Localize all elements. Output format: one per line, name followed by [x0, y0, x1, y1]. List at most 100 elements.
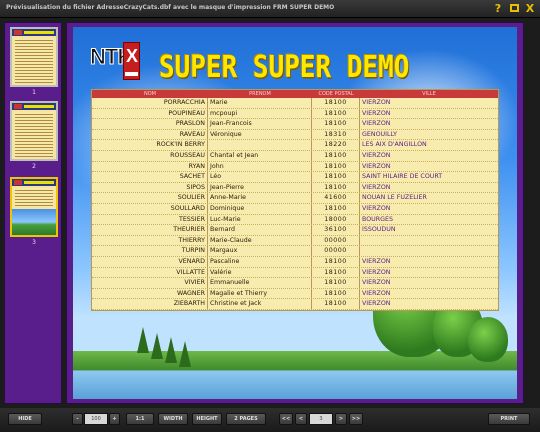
- close-button[interactable]: X: [524, 2, 536, 15]
- postal-code-cell: 18100: [312, 278, 360, 288]
- print-button[interactable]: PRINT: [488, 413, 530, 425]
- table-row: TURPIN Margaux 00000: [92, 246, 498, 257]
- hide-button[interactable]: HIDE: [8, 413, 42, 425]
- firstname-cell: Dominique: [208, 203, 312, 214]
- preview-area[interactable]: NTK X SUPER SUPER DEMO NOM PRENOM CODE P…: [66, 22, 524, 404]
- name-cell: TURPIN: [92, 246, 208, 256]
- name-cell: SOULIER: [92, 193, 208, 203]
- zoom-input[interactable]: 100: [84, 413, 108, 425]
- name-cell: POUPINEAU: [92, 108, 208, 119]
- table-header: NOM PRENOM CODE POSTAL VILLE: [92, 90, 498, 98]
- firstname-cell: Marie-Claude: [208, 235, 312, 246]
- name-cell: RAVEAU: [92, 129, 208, 140]
- thumbnail-header: [12, 179, 56, 186]
- table-row: VILLATTE Valérie 18100 VIERZON: [92, 267, 498, 279]
- first-page-button[interactable]: <<: [279, 413, 293, 425]
- city-cell: VIERZON: [362, 300, 391, 308]
- firstname-cell: Véronique: [208, 129, 312, 140]
- table-row: ROCK'IN BERRY 18220 LES AIX D'ANGILLON: [92, 140, 498, 151]
- name-cell: WAGNER: [92, 288, 208, 299]
- thumbnail-rows: [15, 188, 53, 207]
- actual-size-button[interactable]: 1:1: [126, 413, 154, 425]
- ntk-logo: NTK X: [89, 40, 140, 82]
- tree-image: [151, 333, 163, 359]
- previous-page-button[interactable]: <: [295, 413, 307, 425]
- print-page: NTK X SUPER SUPER DEMO NOM PRENOM CODE P…: [73, 27, 517, 399]
- two-pages-button[interactable]: 2 PAGES: [226, 413, 266, 425]
- name-cell: VIVIER: [92, 278, 208, 288]
- table-row: THIERRY Marie-Claude 00000: [92, 235, 498, 247]
- firstname-cell: Jean-Francois: [208, 119, 312, 129]
- logo-badge: X: [123, 42, 140, 80]
- name-cell: THEURIER: [92, 225, 208, 235]
- postal-code-cell: 18000: [312, 214, 360, 225]
- window-title: Prévisualisation du fichier AdresseCrazy…: [6, 4, 335, 11]
- landscape-ground: [73, 351, 517, 399]
- minimize-button[interactable]: [508, 2, 520, 15]
- title-bar: Prévisualisation du fichier AdresseCrazy…: [0, 0, 540, 18]
- name-cell: PORRACCHIA: [92, 98, 208, 108]
- postal-code-cell: 18100: [312, 182, 360, 193]
- firstname-cell: Léo: [208, 172, 312, 182]
- column-header: VILLE: [422, 91, 436, 97]
- window-controls: ? X: [492, 2, 536, 15]
- postal-code-cell: 00000: [312, 235, 360, 246]
- name-cell: TESSIER: [92, 214, 208, 225]
- firstname-cell: Luc-Marie: [208, 214, 312, 225]
- firstname-cell: Anne-Marie: [208, 193, 312, 203]
- postal-code-cell: 18310: [312, 129, 360, 140]
- table-row: SOULLARD Dominique 18100 VIERZON: [92, 203, 498, 215]
- table-row: PORRACCHIA Marie 18100 VIERZON: [92, 98, 498, 109]
- city-cell: VIERZON: [362, 109, 391, 117]
- page-thumbnails-panel[interactable]: 1 2 3: [4, 22, 62, 404]
- page-title: SUPER SUPER DEMO: [159, 50, 410, 86]
- table-row: SOULIER Anne-Marie 41600 NOUAN LE FUZELIER: [92, 193, 498, 204]
- postal-code-cell: 18100: [312, 119, 360, 129]
- table-row: PRASLON Jean-Francois 18100 VIERZON: [92, 119, 498, 130]
- contacts-table: NOM PRENOM CODE POSTAL VILLE PORRACCHIA M…: [91, 89, 499, 311]
- firstname-cell: Jean-Pierre: [208, 182, 312, 193]
- table-body: PORRACCHIA Marie 18100 VIERZON POUPINEAU mcpo…: [92, 98, 498, 310]
- city-cell: BOURGES: [362, 215, 394, 223]
- help-icon[interactable]: ?: [492, 2, 504, 15]
- zoom-out-button[interactable]: -: [72, 413, 83, 425]
- postal-code-cell: 36100: [312, 225, 360, 235]
- maximize-icon: [509, 4, 519, 12]
- thumbnail-page-3[interactable]: [10, 177, 58, 237]
- column-header: PRENOM: [249, 91, 271, 97]
- postal-code-cell: 18100: [312, 267, 360, 278]
- table-row: ZIEBARTH Christine et Jack 18100 VIERZON: [92, 299, 498, 310]
- postal-code-cell: 18100: [312, 108, 360, 119]
- thumbnail-number: 1: [32, 89, 36, 96]
- fit-height-button[interactable]: HEIGHT: [192, 413, 222, 425]
- logo-letter: X: [126, 46, 139, 66]
- name-cell: THIERRY: [92, 235, 208, 246]
- postal-code-cell: 18100: [312, 161, 360, 172]
- postal-code-cell: 18100: [312, 150, 360, 161]
- tree-image: [165, 337, 177, 363]
- firstname-cell: mcpoupi: [208, 108, 312, 119]
- thumbnail-rows: [15, 38, 53, 83]
- city-cell: GENOUILLY: [362, 130, 398, 138]
- name-cell: SIPOS: [92, 182, 208, 193]
- zoom-in-button[interactable]: +: [109, 413, 120, 425]
- city-cell: VIERZON: [362, 183, 391, 191]
- thumbnail-page-1[interactable]: [10, 27, 58, 87]
- thumbnail-header: [12, 103, 56, 110]
- fit-width-button[interactable]: WIDTH: [158, 413, 188, 425]
- bottom-toolbar: HIDE - 100 + 1:1 WIDTH HEIGHT 2 PAGES <<…: [0, 408, 540, 432]
- firstname-cell: Valérie: [208, 267, 312, 278]
- table-row: TESSIER Luc-Marie 18000 BOURGES: [92, 214, 498, 226]
- firstname-cell: Emmanuelle: [208, 278, 312, 288]
- last-page-button[interactable]: >>: [349, 413, 363, 425]
- page-number-input[interactable]: 3: [309, 413, 333, 425]
- thumbnail-page-2[interactable]: [10, 101, 58, 161]
- firstname-cell: [208, 140, 312, 150]
- table-row: POUPINEAU mcpoupi 18100 VIERZON: [92, 108, 498, 120]
- next-page-button[interactable]: >: [335, 413, 347, 425]
- name-cell: VENARD: [92, 256, 208, 267]
- thumbnail-header: [12, 29, 56, 36]
- city-cell: VIERZON: [362, 99, 391, 106]
- city-cell: VIERZON: [362, 204, 391, 212]
- thumbnail-rows: [15, 112, 53, 157]
